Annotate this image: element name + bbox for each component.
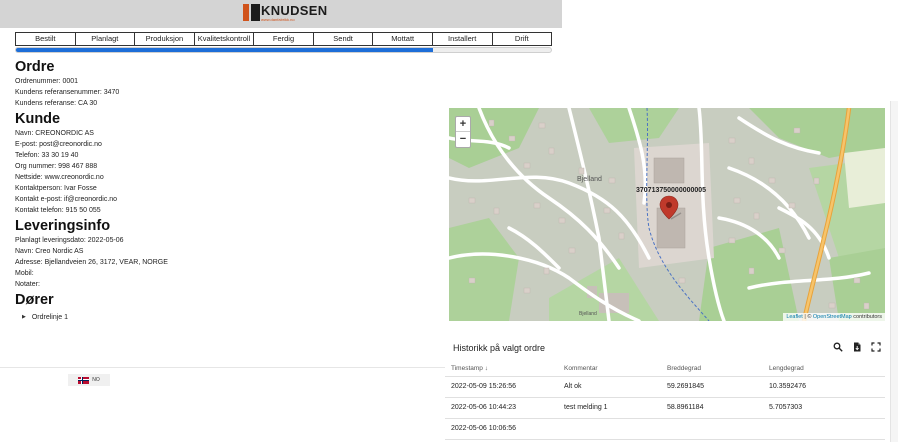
status-progress-bar [15, 47, 552, 53]
leaflet-link[interactable]: Leaflet [786, 314, 803, 320]
map-place-label: Bjelland [577, 176, 602, 183]
scrollbar-track[interactable] [890, 101, 898, 442]
dorer-heading: Dører [15, 292, 54, 308]
tab-sendt[interactable]: Sendt [314, 33, 374, 45]
map-panel: + − 370713750000000005 Bjelland Bjelland… [445, 101, 890, 323]
levering-notater: Notater: [15, 281, 40, 288]
tab-bestilt[interactable]: Bestilt [16, 33, 76, 45]
kundens-referanse: Kundens referanse: CA 30 [15, 100, 98, 107]
levering-adresse: Adresse: Bjellandveien 26, 3172, VEAR, N… [15, 259, 168, 266]
tab-mottatt[interactable]: Mottatt [373, 33, 433, 45]
kunde-epost: E-post: post@creonordic.no [15, 141, 102, 148]
zoom-in-button[interactable]: + [456, 117, 470, 132]
fullscreen-icon[interactable] [871, 342, 881, 352]
kunde-nettside: Nettside: www.creonordic.no [15, 174, 104, 181]
map-view[interactable]: + − 370713750000000005 Bjelland Bjelland… [449, 108, 885, 321]
footer-divider [0, 367, 445, 368]
map-road-label: Bjelland [579, 311, 597, 317]
history-table-header: Timestamp ↓ Kommentar Breddegrad Lengdeg… [445, 361, 885, 377]
levering-mobil: Mobil: [15, 270, 34, 277]
levering-navn: Navn: Creo Nordic AS [15, 248, 84, 255]
status-progress-fill [16, 48, 434, 52]
kunde-org-nummer: Org nummer: 998 467 888 [15, 163, 98, 170]
col-breddegrad[interactable]: Breddegrad [667, 365, 701, 372]
kunde-kontakt-telefon: Kontakt telefon: 915 50 055 [15, 207, 101, 214]
norway-flag-icon [78, 376, 90, 384]
logo-mark-icon [243, 4, 260, 21]
ordre-heading: Ordre [15, 59, 55, 75]
map-tiles [449, 108, 885, 321]
history-title: Historikk på valgt ordre [453, 343, 546, 353]
kundens-referansenummer: Kundens referansenummer: 3470 [15, 89, 120, 96]
table-row[interactable]: 2022-05-09 15:26:56 Alt ok 59.2691845 10… [445, 377, 885, 398]
tab-planlagt[interactable]: Planlagt [76, 33, 136, 45]
table-row[interactable]: 2022-05-06 10:06:56 [445, 419, 885, 440]
history-toolbar [833, 342, 881, 352]
zoom-controls: + − [455, 116, 471, 148]
brand-name: KNUDSEN [261, 2, 328, 18]
map-marker-label: 370713750000000005 [636, 187, 707, 194]
caret-right-icon: ▶ [22, 314, 26, 320]
osm-link[interactable]: OpenStreetMap [813, 314, 852, 320]
tab-drift[interactable]: Drift [493, 33, 552, 45]
order-line-label: Ordrelinje 1 [31, 314, 69, 321]
kunde-telefon: Telefon: 33 30 19 40 [15, 152, 79, 159]
search-icon[interactable] [833, 342, 843, 352]
zoom-out-button[interactable]: − [456, 132, 470, 147]
table-row[interactable]: 2022-05-06 10:44:23 test melding 1 58.89… [445, 398, 885, 419]
order-line-item[interactable]: ▶ Ordrelinje 1 [22, 312, 435, 323]
map-attribution: Leaflet | © OpenStreetMap contributors [783, 313, 885, 321]
brand-tagline: www.danfabrikk.no [261, 16, 295, 22]
language-code: NO [92, 377, 100, 383]
kunde-kontaktperson: Kontaktperson: Ivar Fosse [15, 185, 97, 192]
top-header: KNUDSEN www.danfabrikk.no [0, 0, 562, 28]
history-panel: Historikk på valgt ordre Timestamp ↓ Kom… [445, 330, 890, 442]
brand-logo[interactable]: KNUDSEN www.danfabrikk.no [243, 4, 327, 21]
order-info: Ordre Ordrenummer: 0001 Kundens referans… [15, 59, 435, 323]
tab-installert[interactable]: Installert [433, 33, 493, 45]
status-tabs: Bestilt Planlagt Produksjon Kvalitetskon… [15, 32, 552, 46]
kunde-navn: Navn: CREONORDIC AS [15, 130, 94, 137]
tab-ferdig[interactable]: Ferdig [254, 33, 314, 45]
language-selector[interactable]: NO [68, 374, 110, 386]
file-export-icon[interactable] [852, 342, 862, 352]
tab-kvalitetskontroll[interactable]: Kvalitetskontroll [195, 33, 255, 45]
leveringsinfo-heading: Leveringsinfo [15, 218, 111, 234]
levering-dato: Planlagt leveringsdato: 2022-05-06 [15, 237, 124, 244]
kunde-heading: Kunde [15, 111, 61, 127]
col-kommentar[interactable]: Kommentar [564, 365, 598, 372]
ordrenummer: Ordrenummer: 0001 [15, 78, 79, 85]
tab-produksjon[interactable]: Produksjon [135, 33, 195, 45]
col-lengdegrad[interactable]: Lengdegrad [769, 365, 804, 372]
kunde-kontakt-epost: Kontakt e-post: if@creonordic.no [15, 196, 118, 203]
col-timestamp[interactable]: Timestamp ↓ [451, 365, 488, 372]
